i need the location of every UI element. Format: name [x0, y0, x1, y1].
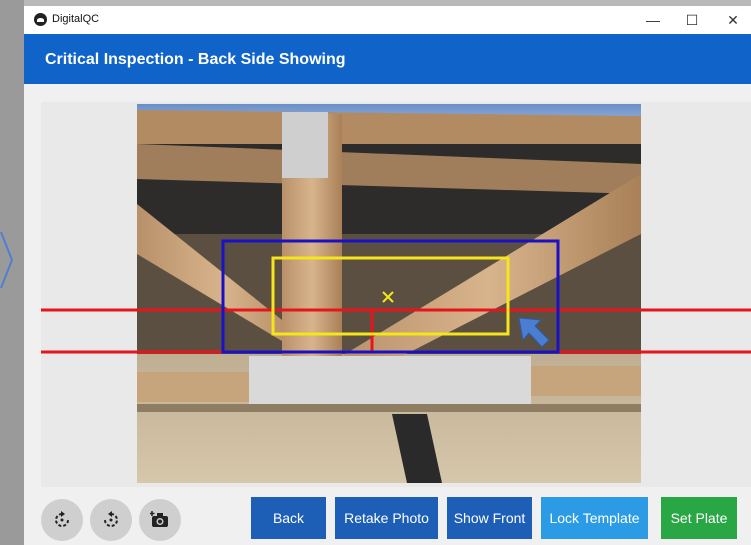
bottom-toolbar: Back Retake Photo Show Front Lock Templa… [24, 496, 751, 545]
inspection-overlay [41, 239, 751, 354]
inner-template-box[interactable] [271, 256, 510, 336]
lock-template-button[interactable]: Lock Template [541, 497, 648, 539]
expand-chevron-icon[interactable] [0, 230, 14, 290]
rotate-cw-icon [104, 511, 118, 527]
rotate-right-button[interactable] [90, 499, 132, 541]
rotate-ccw-icon [55, 511, 69, 527]
minimize-button[interactable]: — [641, 10, 665, 30]
center-marker-icon [382, 291, 394, 303]
retake-photo-button[interactable]: Retake Photo [335, 497, 438, 539]
camera-button[interactable] [139, 499, 181, 541]
title-bar: DigitalQC — ☐ ✕ [24, 6, 751, 34]
back-button[interactable]: Back [251, 497, 326, 539]
app-name: DigitalQC [52, 13, 100, 25]
close-button[interactable]: ✕ [721, 10, 745, 30]
app-window: DigitalQC — ☐ ✕ Critical Inspection - Ba… [24, 6, 751, 545]
page-title: Critical Inspection - Back Side Showing [45, 51, 346, 68]
camera-icon [150, 511, 168, 527]
maximize-button[interactable]: ☐ [680, 10, 704, 30]
drag-pointer-icon[interactable] [518, 317, 550, 348]
set-plate-button[interactable]: Set Plate [661, 497, 737, 539]
app-logo-icon [34, 13, 47, 26]
page-header: Critical Inspection - Back Side Showing [24, 34, 751, 84]
inspection-area[interactable] [41, 102, 751, 487]
rotate-left-button[interactable] [41, 499, 83, 541]
show-front-button[interactable]: Show Front [447, 497, 532, 539]
